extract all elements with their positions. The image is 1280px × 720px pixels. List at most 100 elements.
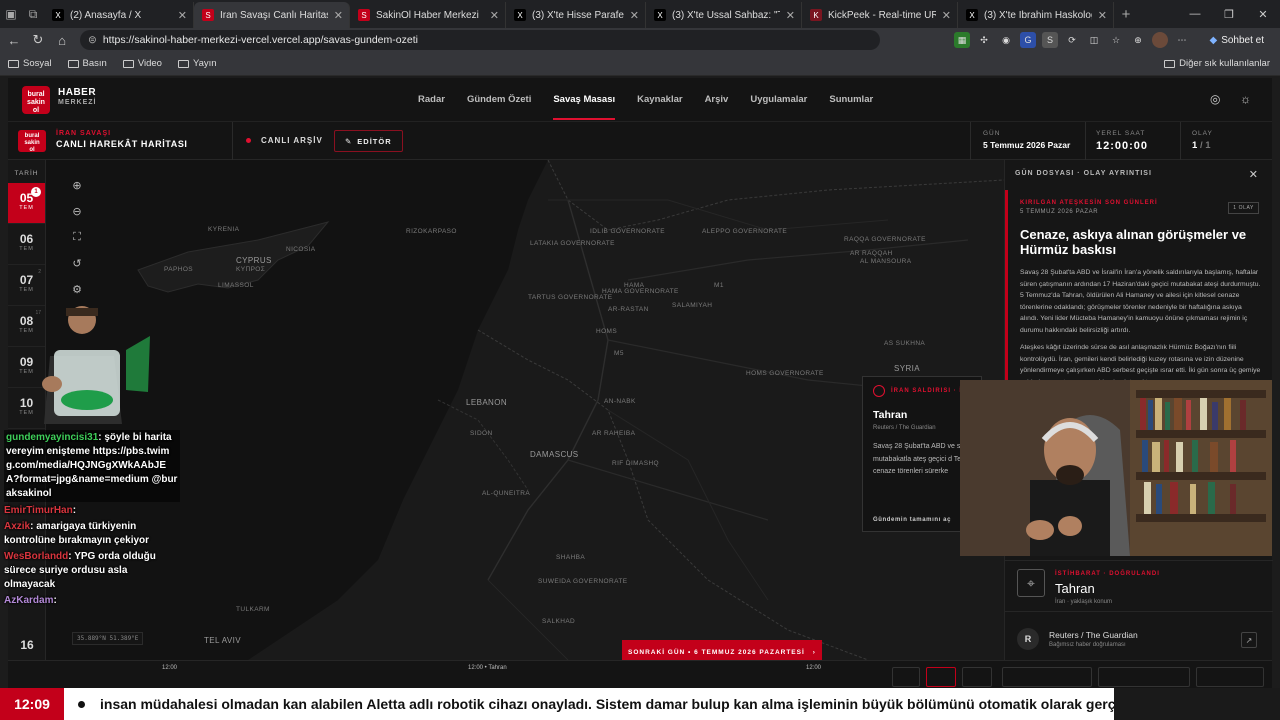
- extension-icon[interactable]: ⊕: [1130, 32, 1146, 48]
- browser-tab-active[interactable]: S İran Savaşı Canlı Haritası - SakinOl ✕: [194, 2, 350, 28]
- logo-text: bural: [27, 91, 45, 98]
- close-icon[interactable]: ✕: [786, 9, 795, 22]
- close-icon[interactable]: ✕: [490, 9, 499, 22]
- place-label: AN-NABK: [604, 398, 636, 405]
- close-icon[interactable]: ✕: [942, 9, 951, 22]
- chat-message: Axzik: amarigaya türkiyenin kontrolüne b…: [4, 521, 150, 546]
- day-value: 5 Temmuz 2026 Pazar: [983, 140, 1071, 150]
- nav-arsiv[interactable]: Arşiv: [705, 78, 729, 122]
- browser-tab[interactable]: X (3) X'te Hisse Parafesörü: "Ekonomi ✕: [506, 2, 646, 28]
- place-label: RAQQA GOVERNORATE: [844, 236, 926, 243]
- streamer-webcam-right: [960, 380, 1272, 556]
- extension-icon[interactable]: ◫: [1086, 32, 1102, 48]
- browser-tab[interactable]: X (2) Anasayfa / X ✕: [44, 2, 194, 28]
- extension-icon[interactable]: ⟳: [1064, 32, 1080, 48]
- place-label: AR-RASTAN: [608, 306, 649, 313]
- nav-radar[interactable]: Radar: [418, 78, 445, 122]
- place-label: HAMA: [624, 282, 645, 289]
- new-tab-icon[interactable]: +: [1114, 0, 1138, 28]
- close-icon[interactable]: ✕: [178, 9, 187, 22]
- stream-chat: gundemyayincisi31: şöyle bi harita verey…: [4, 430, 180, 610]
- bookmark-folder[interactable]: Sosyal: [8, 58, 52, 69]
- x-icon: X: [52, 9, 64, 21]
- bookmark-folder[interactable]: Video: [122, 58, 162, 69]
- site-info-icon[interactable]: ⊜: [88, 34, 97, 46]
- browser-tab[interactable]: X (3) X'te Ussal Sahbaz: "Tıp ve hukuk ✕: [646, 2, 802, 28]
- close-icon[interactable]: ✕: [334, 9, 343, 22]
- nav-kaynaklar[interactable]: Kaynaklar: [637, 78, 682, 122]
- layers-icon[interactable]: ⚙: [66, 280, 88, 298]
- speed-button[interactable]: [926, 667, 956, 687]
- reload-icon[interactable]: ↻: [26, 32, 50, 48]
- logo-text: ol: [32, 107, 40, 114]
- zoom-in-icon[interactable]: ⊕: [66, 176, 88, 194]
- folder-icon: [8, 59, 19, 68]
- close-icon[interactable]: ✕: [1098, 9, 1107, 22]
- favorites-icon[interactable]: ☆: [1108, 32, 1124, 48]
- extension-icon[interactable]: ▦: [954, 32, 970, 48]
- fit-icon[interactable]: ⛶: [66, 228, 88, 246]
- nav-savas-masasi[interactable]: Savaş Masası: [553, 78, 615, 122]
- place-label: RIF DIMASHQ: [612, 460, 660, 467]
- url-input[interactable]: ⊜ https://sakinol-haber-merkezi-vercel.v…: [80, 30, 880, 50]
- timeline[interactable]: 12:00 12:00 • Tahran 12:00: [8, 660, 1272, 690]
- chat-user: gundemyayincisi31: [6, 432, 99, 443]
- place-label: RIZOKARPASO: [406, 228, 457, 235]
- browser-tab[interactable]: S SakinOl Haber Merkezi ✕: [350, 2, 506, 28]
- nav-uygulamalar[interactable]: Uygulamalar: [750, 78, 807, 122]
- target-icon[interactable]: ◎: [1210, 92, 1220, 106]
- logo[interactable]: bural sakin ol: [22, 86, 50, 114]
- logo: bural sakin ol: [18, 130, 46, 153]
- copilot-button[interactable]: ◆ Sohbet et: [1201, 31, 1272, 49]
- place-label: LEBANON: [466, 398, 508, 407]
- date-item[interactable]: 06 TEM: [8, 224, 45, 265]
- workspaces-icon[interactable]: ▣: [0, 0, 22, 28]
- more-icon[interactable]: ⋯: [1174, 32, 1190, 48]
- place-label: LATAKIA GOVERNORATE: [530, 240, 615, 247]
- speed-button[interactable]: [892, 667, 920, 687]
- live-archive-button[interactable]: CANLI ARŞİV: [246, 136, 323, 145]
- source-row: R Reuters / The Guardian Bağımsız haber …: [1005, 622, 1273, 660]
- close-window-icon[interactable]: ✕: [1246, 0, 1280, 28]
- browser-tab[interactable]: X (3) X'te İbrahim Haskoloğlu: "Türk ✕: [958, 2, 1114, 28]
- extension-icon[interactable]: S: [1042, 32, 1058, 48]
- extension-icon[interactable]: ✣: [976, 32, 992, 48]
- divider: [970, 122, 971, 160]
- close-icon[interactable]: ✕: [1249, 168, 1258, 181]
- avatar[interactable]: [1152, 32, 1168, 48]
- reset-icon[interactable]: ↺: [66, 254, 88, 272]
- date-badge: 1: [31, 187, 41, 197]
- other-bookmarks[interactable]: Diğer sık kullanılanlar: [1164, 58, 1270, 69]
- close-icon[interactable]: ✕: [630, 9, 639, 22]
- event-stat: OLAY 1 / 1: [1192, 130, 1213, 151]
- chat-user: Axzik: [4, 521, 31, 532]
- zoom-out-icon[interactable]: ⊖: [66, 202, 88, 220]
- date-item[interactable]: 05 TEM 1: [8, 183, 45, 224]
- source-name: Reuters / The Guardian: [1049, 630, 1138, 640]
- day-stat: GÜN 5 Temmuz 2026 Pazar: [983, 130, 1070, 150]
- timeline-action-button[interactable]: [1098, 667, 1190, 687]
- maximize-icon[interactable]: ❐: [1212, 0, 1246, 28]
- place-label: SUWEIDA GOVERNORATE: [538, 578, 628, 585]
- dot-icon: [77, 700, 85, 708]
- home-icon[interactable]: ⌂: [50, 33, 74, 48]
- timeline-action-button[interactable]: [1002, 667, 1092, 687]
- browser-tab[interactable]: K KickPeek - Real-time URL Crawler ✕: [802, 2, 958, 28]
- editor-button[interactable]: ✎ EDİTÖR: [334, 130, 403, 152]
- bookmark-folder[interactable]: Yayın: [177, 58, 217, 69]
- extension-icon[interactable]: ◉: [998, 32, 1014, 48]
- kickpeek-icon: K: [810, 9, 822, 21]
- speed-button[interactable]: [962, 667, 992, 687]
- nav-gundem-ozeti[interactable]: Gündem Özeti: [467, 78, 531, 122]
- extension-icon[interactable]: G: [1020, 32, 1036, 48]
- place-label: SYRIA: [894, 364, 921, 373]
- popup-more-link[interactable]: Gündemin tamamını aç: [873, 517, 951, 523]
- nav-sunumlar[interactable]: Sunumlar: [829, 78, 873, 122]
- theme-icon[interactable]: ☼: [1240, 92, 1251, 106]
- timeline-action-button[interactable]: [1196, 667, 1264, 687]
- back-icon[interactable]: ←: [2, 33, 26, 48]
- bookmark-folder[interactable]: Basın: [67, 58, 107, 69]
- tab-actions-icon[interactable]: ⧉: [22, 0, 44, 28]
- minimize-icon[interactable]: —: [1178, 0, 1212, 28]
- external-link-icon[interactable]: ↗: [1241, 632, 1257, 648]
